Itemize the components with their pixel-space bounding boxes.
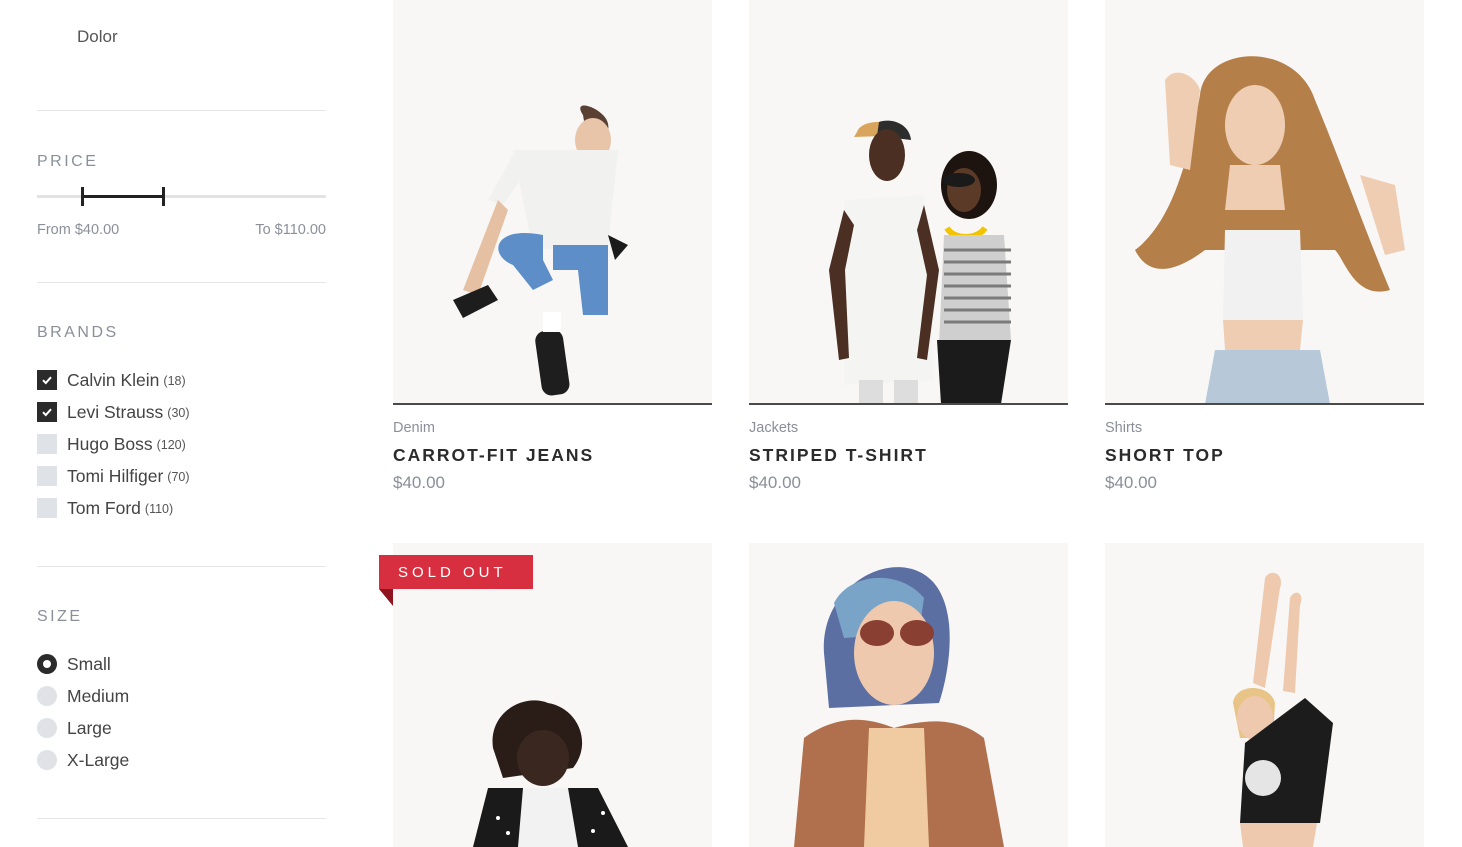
sold-out-badge: SOLD OUT [379, 555, 533, 589]
checkbox[interactable] [37, 498, 57, 518]
brand-label: Tomi Hilfiger [67, 465, 164, 486]
brand-label: Tom Ford [67, 497, 141, 518]
size-option-medium[interactable]: Medium [37, 685, 129, 707]
brand-label: Calvin Klein [67, 369, 160, 390]
product-category[interactable]: Denim [393, 420, 435, 436]
radio-selected[interactable] [37, 654, 57, 674]
brands-title: BRANDS [37, 324, 119, 341]
size-label: Small [67, 653, 111, 674]
radio[interactable] [37, 750, 57, 770]
radio[interactable] [37, 718, 57, 738]
product-price: $40.00 [1105, 473, 1157, 492]
product-image[interactable] [749, 543, 1068, 847]
product-card[interactable]: Shirts SHORT TOP $40.00 [1105, 0, 1424, 500]
product-category[interactable]: Jackets [749, 420, 798, 436]
size-title: SIZE [37, 608, 83, 625]
divider [37, 566, 326, 567]
divider [37, 110, 326, 111]
size-label: Medium [67, 685, 130, 706]
product-name[interactable]: STRIPED T-SHIRT [749, 445, 928, 466]
brand-count: (110) [144, 502, 174, 516]
radio[interactable] [37, 686, 57, 706]
divider [37, 818, 326, 819]
price-range-min-handle[interactable] [81, 187, 84, 206]
size-label: X-Large [67, 749, 130, 770]
model-arms-raised-illustration [1233, 572, 1333, 847]
brand-count: (70) [167, 470, 190, 484]
product-divider [393, 403, 712, 405]
brand-label: Hugo Boss [67, 433, 153, 454]
product-card[interactable] [1105, 543, 1424, 847]
product-category[interactable]: Shirts [1105, 420, 1142, 436]
sold-out-badge-fold [379, 589, 393, 606]
divider [37, 282, 326, 283]
product-image[interactable] [1105, 543, 1424, 847]
product-name[interactable]: SHORT TOP [1105, 445, 1225, 466]
product-divider [749, 403, 1068, 405]
product-image[interactable] [1105, 0, 1424, 404]
checkbox[interactable] [37, 466, 57, 486]
models-couple-illustration [829, 120, 1011, 404]
size-option-large[interactable]: Large [37, 717, 112, 739]
checkmark-icon [42, 376, 52, 385]
price-from-label: From $40.00 [37, 222, 120, 238]
price-range-fill [82, 195, 164, 198]
model-long-hair-illustration [1135, 56, 1405, 404]
size-label: Large [67, 717, 112, 738]
product-price: $40.00 [749, 473, 801, 492]
product-divider [1105, 403, 1424, 405]
brand-count: (18) [163, 374, 186, 388]
checkbox[interactable] [37, 434, 57, 454]
product-card[interactable] [749, 543, 1068, 847]
size-option-small[interactable]: Small [37, 653, 111, 675]
product-image[interactable] [393, 0, 712, 404]
product-name[interactable]: CARROT-FIT JEANS [393, 445, 594, 466]
price-title: PRICE [37, 153, 99, 170]
price-range-max-handle[interactable] [162, 187, 165, 206]
brand-option-calvin-klein[interactable]: Calvin Klein (18) [37, 369, 186, 391]
brand-option-levi-strauss[interactable]: Levi Strauss (30) [37, 401, 190, 423]
product-price: $40.00 [393, 473, 445, 492]
size-option-x-large[interactable]: X-Large [37, 749, 129, 771]
checkbox-checked[interactable] [37, 370, 57, 390]
brand-option-tom-ford[interactable]: Tom Ford (110) [37, 497, 173, 519]
brand-count: (120) [156, 438, 186, 452]
brand-option-hugo-boss[interactable]: Hugo Boss (120) [37, 433, 186, 455]
brand-option-tomi-hilfiger[interactable]: Tomi Hilfiger (70) [37, 465, 190, 487]
model-blue-hair-illustration [794, 567, 1004, 847]
model-jumping-illustration [453, 105, 628, 396]
product-image[interactable] [749, 0, 1068, 404]
brand-count: (30) [167, 406, 190, 420]
brand-label: Levi Strauss [67, 401, 164, 422]
product-card[interactable]: Jackets STRIPED T-SHIRT $40.00 [749, 0, 1068, 500]
price-to-label: To $110.00 [255, 222, 326, 238]
checkmark-icon [42, 408, 52, 417]
category-item-dolor[interactable]: Dolor [77, 27, 118, 47]
checkbox-checked[interactable] [37, 402, 57, 422]
product-card[interactable]: Denim CARROT-FIT JEANS $40.00 [393, 0, 712, 500]
